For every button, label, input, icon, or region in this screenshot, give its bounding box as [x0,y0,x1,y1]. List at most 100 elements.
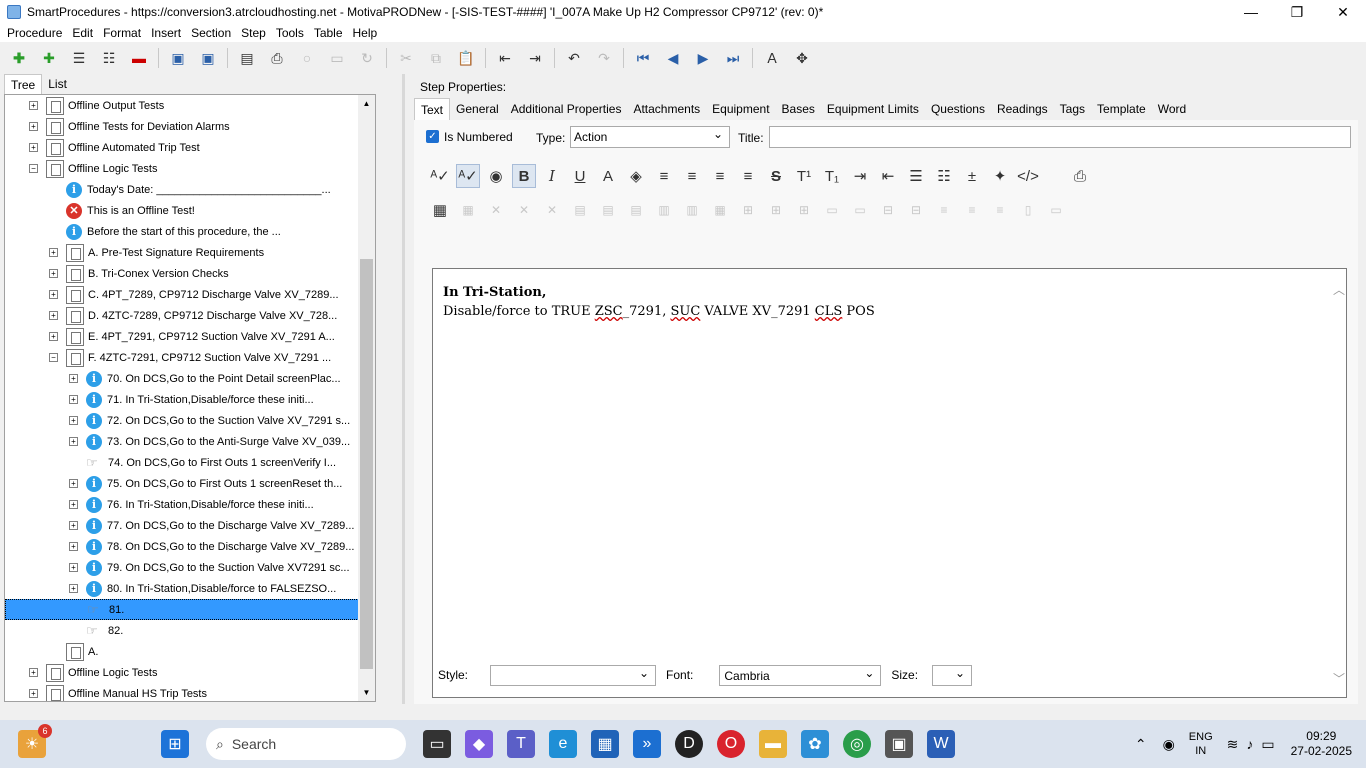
undo-icon[interactable]: ↶ [563,47,585,69]
expand-icon[interactable]: + [29,689,38,698]
app-icon[interactable]: ▣ [885,730,913,758]
tree-item[interactable]: + D. 4ZTC-7289, CP9712 Discharge Valve XV… [5,305,361,326]
expand-icon[interactable]: + [69,374,78,383]
tree-item[interactable]: + E. 4PT_7291, CP9712 Suction Valve XV_72… [5,326,361,347]
insert-table-icon[interactable]: ▦ [428,198,452,222]
magic-wand-icon[interactable]: ✦ [988,164,1012,188]
maximize-button[interactable]: ❐ [1274,0,1320,24]
print-icon[interactable]: ⎙ [1068,164,1092,188]
chrome-icon[interactable]: ◎ [843,730,871,758]
tree-item[interactable]: − F. 4ZTC-7291, CP9712 Suction Valve XV_7… [5,347,361,368]
add-sub-icon[interactable]: ✚ [38,47,60,69]
next-icon[interactable]: ▶ [692,47,714,69]
title-input[interactable] [769,126,1351,148]
indent-icon[interactable]: ⇤ [494,47,516,69]
smartprocedures-icon[interactable]: ✿ [801,730,829,758]
subscript-icon[interactable]: T₁ [820,164,844,188]
table-tool-icon[interactable]: ✕ [484,198,508,222]
tree-item[interactable]: ☞ 74. On DCS,Go to First Outs 1 screenVer… [5,452,361,473]
table-tool-icon[interactable]: ⊟ [876,198,900,222]
spellcheck-icon[interactable]: ꓮ [761,47,783,69]
highlight-icon[interactable]: ◈ [624,164,648,188]
html-icon[interactable]: </> [1016,164,1040,188]
previous-icon[interactable]: ◀ [662,47,684,69]
table-tool-icon[interactable]: ≡ [932,198,956,222]
tree-item[interactable]: ☞ 81. [5,599,375,620]
scroll-thumb[interactable] [360,259,373,669]
outdent-icon[interactable]: ⇥ [524,47,546,69]
tree-item[interactable]: + i 79. On DCS,Go to the Suction Valve XV7… [5,557,361,578]
move-icon[interactable]: ✥ [791,47,813,69]
tree-item[interactable]: + i 71. In Tri-Station,Disable/force these… [5,389,361,410]
expand-icon[interactable]: + [69,479,78,488]
tree-item[interactable]: + i 80. In Tri-Station,Disable/force to FA… [5,578,361,599]
tab-tags[interactable]: Tags [1054,98,1091,120]
tab-text[interactable]: Text [414,98,451,120]
italic-icon[interactable]: I [540,164,564,188]
tab-general[interactable]: General [450,98,505,120]
bold-icon[interactable]: B [512,164,536,188]
numbered-list-icon[interactable]: ☷ [932,164,956,188]
cut-icon[interactable]: ✂ [395,47,417,69]
paste-icon[interactable]: 📋 [455,47,477,69]
outdent-icon[interactable]: ⇤ [876,164,900,188]
opera-icon[interactable]: O [717,730,745,758]
last-icon[interactable]: ⏭ [722,47,744,69]
spellcheck-icon[interactable]: ᴬ✓ [428,164,452,188]
scroll-down-icon[interactable]: ▼ [358,684,375,701]
tree-item[interactable]: + i 78. On DCS,Go to the Discharge Valve X… [5,536,361,557]
tree-item[interactable]: A. [5,641,361,662]
dell-icon[interactable]: D [675,730,703,758]
indent-icon[interactable]: ⇥ [848,164,872,188]
chevron-up-icon[interactable]: ︿ [1333,281,1345,300]
menu-edit[interactable]: Edit [67,26,98,40]
wifi-icon[interactable]: ≋ [1227,736,1239,753]
insert-line-icon[interactable]: ± [960,164,984,188]
save-all-icon[interactable]: ▣ [197,47,219,69]
network-status-icon[interactable]: ◉ [1163,736,1175,753]
expand-icon[interactable]: + [29,668,38,677]
tab-questions[interactable]: Questions [925,98,991,120]
save-icon[interactable]: ▣ [167,47,189,69]
underline-icon[interactable]: U [568,164,592,188]
table-tool-icon[interactable]: ⊞ [764,198,788,222]
table-tool-icon[interactable]: ✕ [540,198,564,222]
tab-tree[interactable]: Tree [4,74,43,94]
tree-item[interactable]: − Offline Logic Tests [5,158,361,179]
outline-sub-icon[interactable]: ☷ [98,47,120,69]
autospell-icon[interactable]: ᴬ✓ [456,164,480,188]
tree-item[interactable]: + Offline Output Tests [5,95,361,116]
font-color-icon[interactable]: A [596,164,620,188]
table-tool-icon[interactable]: ▥ [652,198,676,222]
expand-icon[interactable]: + [69,584,78,593]
tab-attachments[interactable]: Attachments [627,98,706,120]
tree-item[interactable]: + i 70. On DCS,Go to the Point Detail scre… [5,368,361,389]
menu-section[interactable]: Section [186,26,236,40]
task-view-icon[interactable]: ▭ [423,730,451,758]
bullet-list-icon[interactable]: ☰ [904,164,928,188]
expand-icon[interactable]: + [29,143,38,152]
tree-item[interactable]: + i 75. On DCS,Go to First Outs 1 screenRe… [5,473,361,494]
copy-icon[interactable]: ⧉ [425,47,447,69]
window-icon[interactable]: ▭ [326,47,348,69]
collapse-icon[interactable]: − [29,164,38,173]
expand-icon[interactable]: + [69,437,78,446]
tree-item[interactable]: + B. Tri-Conex Version Checks [5,263,361,284]
redo-icon[interactable]: ↷ [593,47,615,69]
tree-item[interactable]: ☞ 82. [5,620,361,641]
table-tool-icon[interactable]: ▭ [848,198,872,222]
tab-readings[interactable]: Readings [991,98,1054,120]
minimize-button[interactable]: — [1228,0,1274,24]
step-text-editor[interactable]: In Tri-Station, Disable/force to TRUE ZS… [432,268,1347,698]
tab-list[interactable]: List [42,74,73,94]
clock[interactable]: 09:29 27-02-2025 [1291,729,1352,759]
tab-bases[interactable]: Bases [776,98,821,120]
font-select[interactable]: Cambria [719,664,882,686]
chevron-up-icon[interactable]: ⌃ [1135,736,1147,753]
tab-equipment[interactable]: Equipment [706,98,775,120]
tree-item[interactable]: + Offline Automated Trip Test [5,137,361,158]
menu-step[interactable]: Step [236,26,271,40]
table-tool-icon[interactable]: ▭ [1044,198,1068,222]
menu-help[interactable]: Help [348,26,383,40]
table-tool-icon[interactable]: ▦ [456,198,480,222]
